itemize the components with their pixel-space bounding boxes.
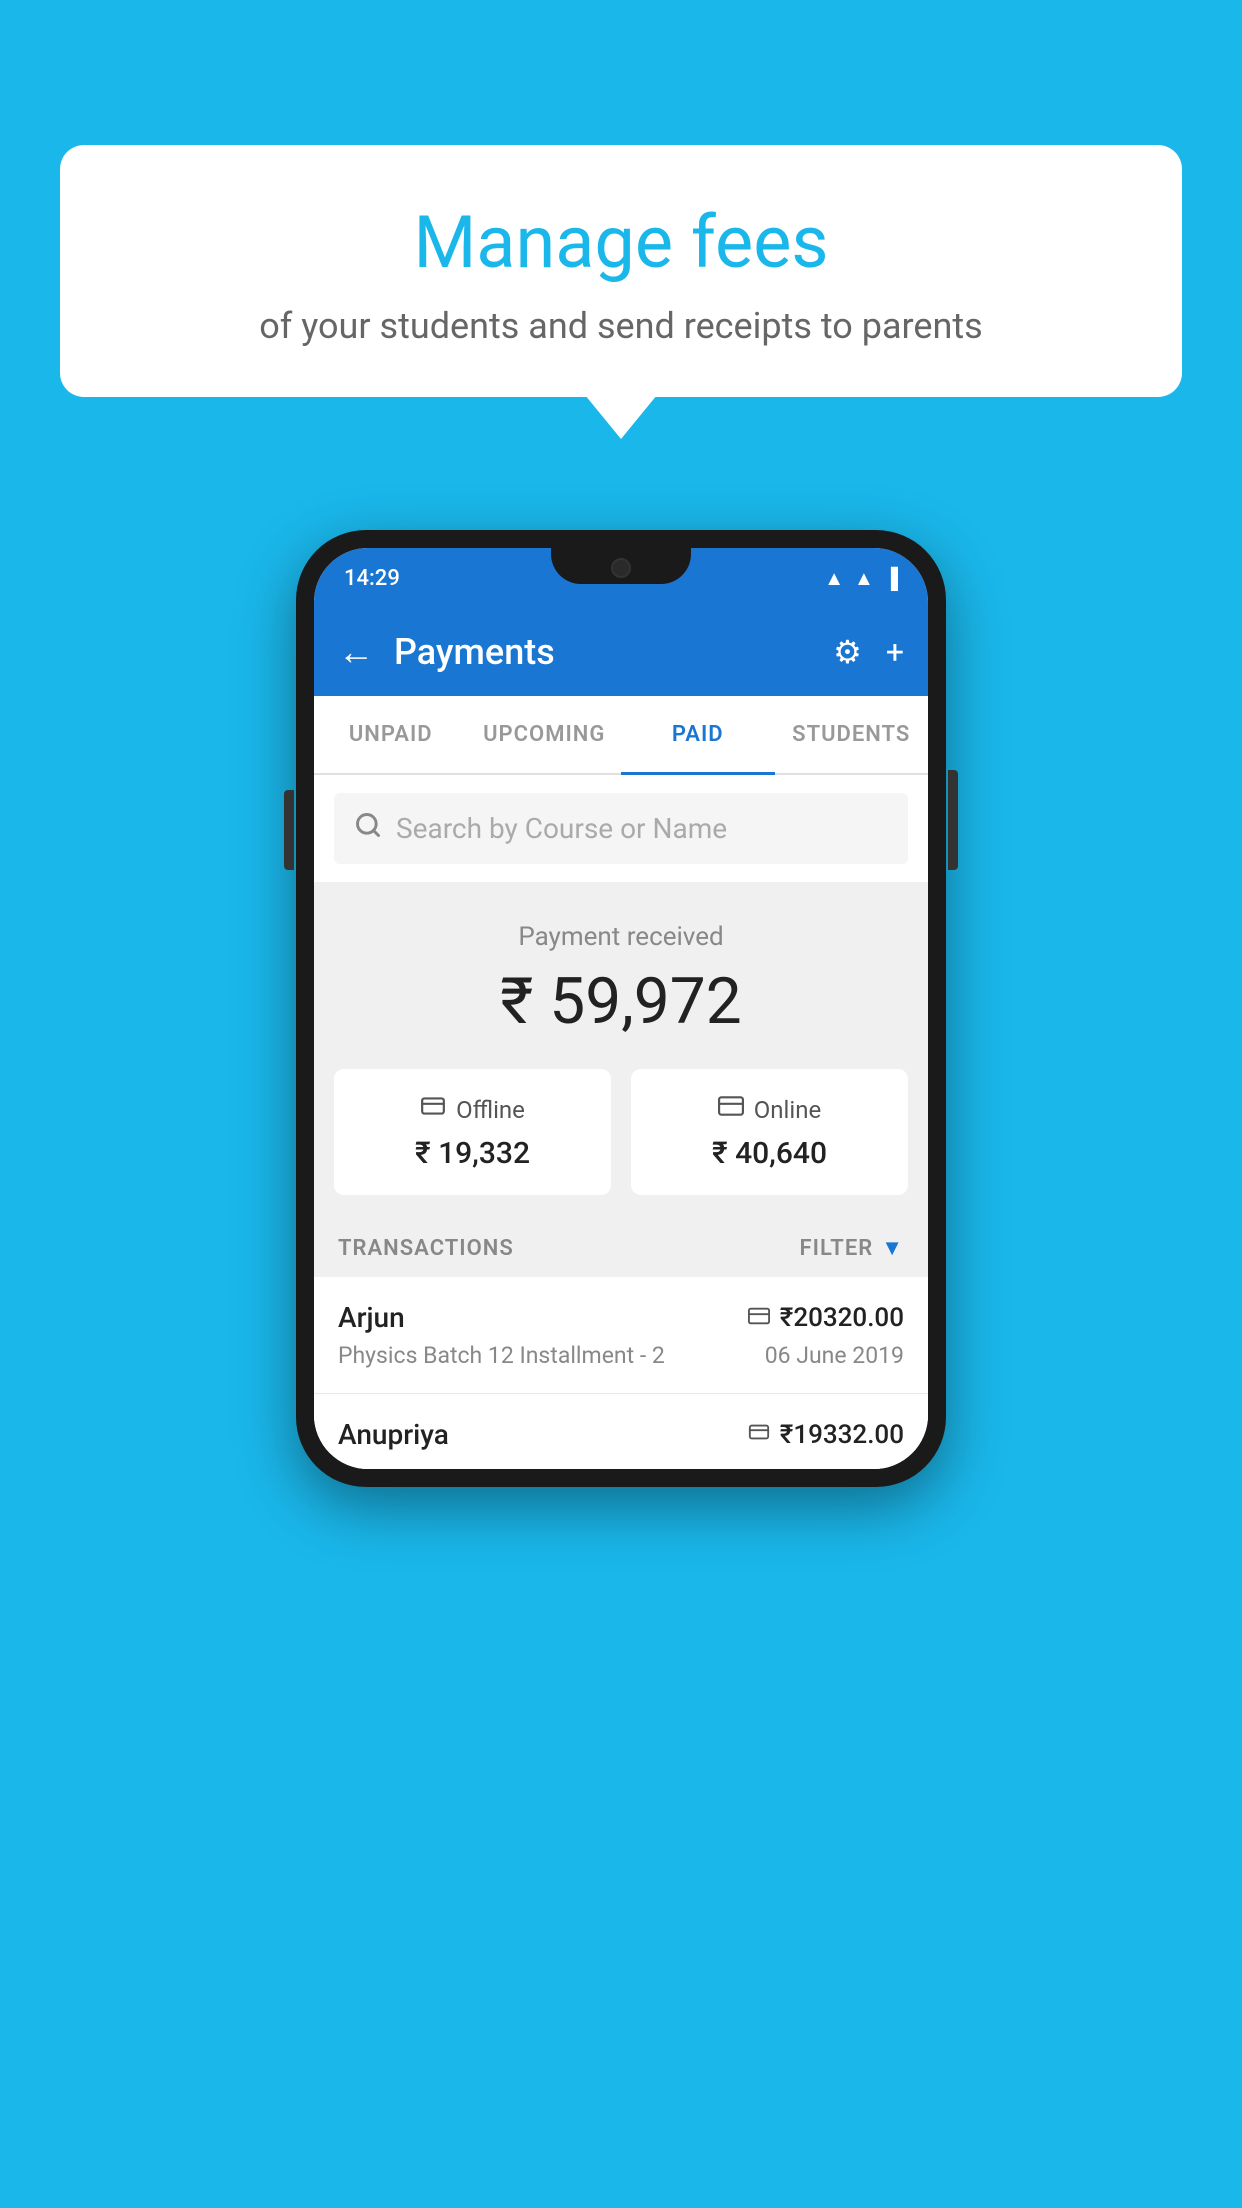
search-icon xyxy=(354,811,382,846)
bubble-subtitle: of your students and send receipts to pa… xyxy=(120,305,1122,347)
phone-screen: 14:29 ▲ ▲ ▐ ← Payments ⚙ + UNPAID UPCO xyxy=(314,548,928,1469)
online-card-header: Online xyxy=(651,1093,888,1126)
transaction-type-icon xyxy=(748,1305,770,1331)
transaction-amount-row: ₹20320.00 xyxy=(748,1303,904,1333)
offline-amount: ₹ 19,332 xyxy=(354,1136,591,1171)
payment-received-section: Payment received ₹ 59,972 xyxy=(314,882,928,1069)
content-area: Search by Course or Name Payment receive… xyxy=(314,775,928,1469)
filter-label: FILTER xyxy=(800,1236,874,1261)
transactions-header: TRANSACTIONS FILTER ▼ xyxy=(314,1219,928,1277)
search-bar[interactable]: Search by Course or Name xyxy=(334,793,908,864)
offline-label: Offline xyxy=(456,1096,525,1124)
transaction-name: Arjun xyxy=(338,1301,405,1334)
signal-icon: ▲ xyxy=(854,566,874,591)
filter-icon: ▼ xyxy=(881,1235,904,1261)
transaction-type-icon-2 xyxy=(748,1421,770,1448)
status-icons: ▲ ▲ ▐ xyxy=(824,566,898,591)
tab-unpaid[interactable]: UNPAID xyxy=(314,696,468,773)
search-placeholder: Search by Course or Name xyxy=(396,812,727,845)
transaction-row-bottom: Physics Batch 12 Installment - 2 06 June… xyxy=(338,1342,904,1369)
app-bar-title: Payments xyxy=(394,631,813,673)
payment-received-amount: ₹ 59,972 xyxy=(344,964,898,1039)
battery-icon: ▐ xyxy=(884,566,898,591)
camera xyxy=(611,558,631,578)
settings-icon[interactable]: ⚙ xyxy=(833,633,862,671)
transaction-course: Physics Batch 12 Installment - 2 xyxy=(338,1342,665,1369)
transaction-name-2: Anupriya xyxy=(338,1418,449,1451)
speech-bubble-container: Manage fees of your students and send re… xyxy=(60,145,1182,397)
payment-received-label: Payment received xyxy=(344,922,898,952)
offline-card-header: Offline xyxy=(354,1093,591,1126)
offline-icon xyxy=(420,1093,446,1126)
bubble-title: Manage fees xyxy=(120,200,1122,285)
filter-button[interactable]: FILTER ▼ xyxy=(800,1235,904,1261)
notch xyxy=(551,548,691,584)
online-icon xyxy=(718,1093,744,1126)
transaction-amount-row-2: ₹19332.00 xyxy=(748,1420,904,1450)
transaction-item-partial[interactable]: Anupriya ₹19332.00 xyxy=(314,1394,928,1469)
offline-card: Offline ₹ 19,332 xyxy=(334,1069,611,1195)
phone-outer-frame: 14:29 ▲ ▲ ▐ ← Payments ⚙ + UNPAID UPCO xyxy=(296,530,946,1487)
tab-upcoming[interactable]: UPCOMING xyxy=(468,696,622,773)
online-amount: ₹ 40,640 xyxy=(651,1136,888,1171)
add-icon[interactable]: + xyxy=(886,633,904,671)
transaction-amount-2: ₹19332.00 xyxy=(780,1420,904,1450)
transaction-item[interactable]: Arjun ₹20320.00 Physics xyxy=(314,1277,928,1394)
status-bar: 14:29 ▲ ▲ ▐ xyxy=(314,548,928,608)
speech-bubble: Manage fees of your students and send re… xyxy=(60,145,1182,397)
phone-mockup: 14:29 ▲ ▲ ▐ ← Payments ⚙ + UNPAID UPCO xyxy=(296,530,946,1487)
transaction-amount: ₹20320.00 xyxy=(780,1303,904,1333)
transaction-date: 06 June 2019 xyxy=(765,1342,904,1369)
app-bar-actions: ⚙ + xyxy=(833,633,904,671)
online-card: Online ₹ 40,640 xyxy=(631,1069,908,1195)
payment-cards: Offline ₹ 19,332 Online xyxy=(314,1069,928,1219)
wifi-icon: ▲ xyxy=(824,566,844,591)
transactions-label: TRANSACTIONS xyxy=(338,1236,514,1261)
app-bar: ← Payments ⚙ + xyxy=(314,608,928,696)
tab-paid[interactable]: PAID xyxy=(621,696,775,773)
back-button[interactable]: ← xyxy=(338,631,374,673)
search-container: Search by Course or Name xyxy=(314,775,928,882)
tabs-bar: UNPAID UPCOMING PAID STUDENTS xyxy=(314,696,928,775)
transaction-row-top: Arjun ₹20320.00 xyxy=(338,1301,904,1334)
tab-students[interactable]: STUDENTS xyxy=(775,696,929,773)
status-time: 14:29 xyxy=(344,566,400,591)
online-label: Online xyxy=(754,1096,821,1124)
transaction-row-top-2: Anupriya ₹19332.00 xyxy=(338,1418,904,1451)
